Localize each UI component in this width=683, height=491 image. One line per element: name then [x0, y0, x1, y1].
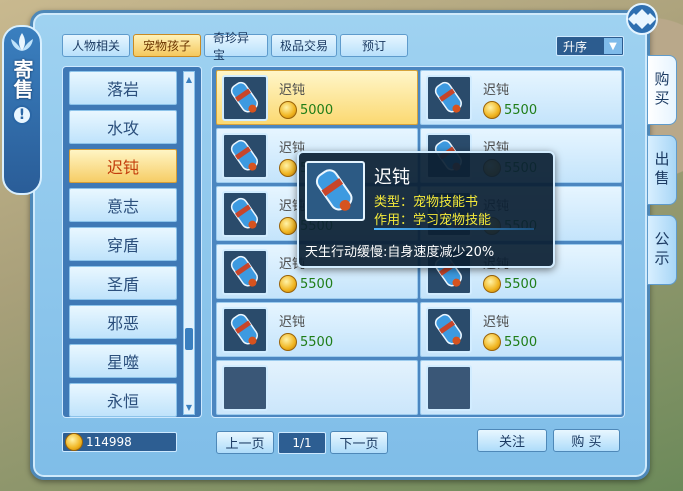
info-icon[interactable]: ! [12, 105, 32, 125]
item-slot [426, 307, 472, 353]
subcategory-list: 落岩 水攻 迟钝 意志 穿盾 圣盾 邪恶 星噬 永恒 [69, 71, 177, 422]
money-value: 114998 [86, 435, 132, 449]
item-price: 5000 [279, 101, 333, 119]
money-display: 114998 [62, 432, 177, 452]
tab-reserve[interactable]: 预订 [340, 34, 408, 57]
subcategory-item[interactable]: 水攻 [69, 110, 177, 144]
scroll-thumb[interactable] [185, 328, 193, 350]
side-tabs: 购买 出售 公示 [647, 55, 677, 285]
subcategory-item[interactable]: 穿盾 [69, 227, 177, 261]
subcategory-item[interactable]: 星噬 [69, 344, 177, 378]
buy-button[interactable]: 购 买 [553, 429, 620, 452]
item-price: 5500 [483, 333, 537, 351]
coin-icon [483, 275, 501, 293]
follow-button[interactable]: 关注 [477, 429, 547, 452]
coin-icon [483, 101, 501, 119]
coin-icon [65, 433, 83, 451]
subcategory-item[interactable]: 落岩 [69, 71, 177, 105]
item-price: 5500 [279, 333, 333, 351]
item-price: 5500 [483, 275, 537, 293]
subcategory-item[interactable]: 邪恶 [69, 305, 177, 339]
coin-icon [279, 333, 297, 351]
item-slot [222, 249, 268, 295]
chevron-down-icon[interactable]: ▼ [604, 38, 622, 54]
next-page-button[interactable]: 下一页 [330, 431, 388, 454]
prev-page-button[interactable]: 上一页 [216, 431, 274, 454]
item-tooltip: 迟钝 类型：宠物技能书 作用：学习宠物技能 天生行动缓慢:自身速度减少20% [297, 151, 555, 268]
item-slot [222, 191, 268, 237]
skill-book-icon [230, 255, 258, 287]
side-tab-public[interactable]: 公示 [647, 215, 677, 285]
subcategory-item[interactable]: 迟钝 [69, 149, 177, 183]
close-icon[interactable] [625, 2, 659, 36]
item-price: 5500 [483, 101, 537, 119]
coin-icon [279, 275, 297, 293]
skill-book-icon [434, 313, 462, 345]
tooltip-type: 类型：宠物技能书 [374, 195, 479, 210]
tab-pets[interactable]: 宠物孩子 [133, 34, 201, 57]
skill-book-icon [230, 313, 258, 345]
category-tabs: 人物相关 宠物孩子 奇珍异宝 极品交易 预订 [62, 31, 408, 62]
item-slot [222, 75, 268, 121]
subcategory-panel: 落岩 水攻 迟钝 意志 穿盾 圣盾 邪恶 星噬 永恒 ▲ ▼ [62, 66, 202, 418]
lotus-icon [11, 33, 33, 51]
tab-premium-trade[interactable]: 极品交易 [271, 34, 337, 57]
item-slot [222, 133, 268, 179]
coin-icon [279, 217, 297, 235]
tooltip-item-slot [305, 161, 365, 221]
skill-book-icon [230, 81, 258, 113]
subcategory-item[interactable]: 永恒 [69, 383, 177, 417]
coin-icon [279, 159, 297, 177]
page-indicator: 1/1 [278, 432, 326, 454]
tooltip-divider [374, 228, 534, 230]
tab-character[interactable]: 人物相关 [62, 34, 130, 57]
item-slot [426, 75, 472, 121]
skill-book-icon [230, 139, 258, 171]
item-cell[interactable]: 迟钝 5500 [216, 302, 418, 357]
scroll-up-icon[interactable]: ▲ [185, 74, 193, 84]
consignment-banner: 寄售 ! [2, 25, 42, 195]
tab-treasures[interactable]: 奇珍异宝 [204, 31, 268, 62]
item-name: 迟钝 [279, 315, 306, 330]
tooltip-description: 天生行动缓慢:自身速度减少20% [305, 245, 495, 260]
item-price: 5500 [279, 275, 333, 293]
coin-icon [483, 333, 501, 351]
scroll-down-icon[interactable]: ▼ [185, 402, 193, 412]
skill-book-icon [434, 81, 462, 113]
skill-book-icon [315, 169, 353, 211]
item-name: 迟钝 [483, 315, 510, 330]
sort-select[interactable]: 升序 ▼ [556, 36, 624, 56]
empty-item-cell [420, 360, 622, 415]
item-cell[interactable]: 迟钝 5000 [216, 70, 418, 125]
subcategory-item[interactable]: 意志 [69, 188, 177, 222]
item-name: 迟钝 [483, 83, 510, 98]
item-slot [222, 307, 268, 353]
subcategory-item[interactable]: 圣盾 [69, 266, 177, 300]
tooltip-item-name: 迟钝 [374, 167, 410, 188]
empty-slot [222, 365, 268, 411]
coin-icon [279, 101, 297, 119]
sort-value: 升序 [563, 39, 588, 54]
skill-book-icon [230, 197, 258, 229]
side-tab-buy[interactable]: 购买 [647, 55, 677, 125]
side-tab-sell[interactable]: 出售 [647, 135, 677, 205]
item-cell[interactable]: 迟钝 5500 [420, 70, 622, 125]
item-cell[interactable]: 迟钝 5500 [420, 302, 622, 357]
tooltip-use: 作用：学习宠物技能 [374, 213, 492, 228]
empty-slot [426, 365, 472, 411]
subcategory-scrollbar[interactable]: ▲ ▼ [183, 71, 195, 415]
empty-item-cell [216, 360, 418, 415]
banner-title: 寄售 [10, 59, 34, 99]
item-name: 迟钝 [279, 83, 306, 98]
